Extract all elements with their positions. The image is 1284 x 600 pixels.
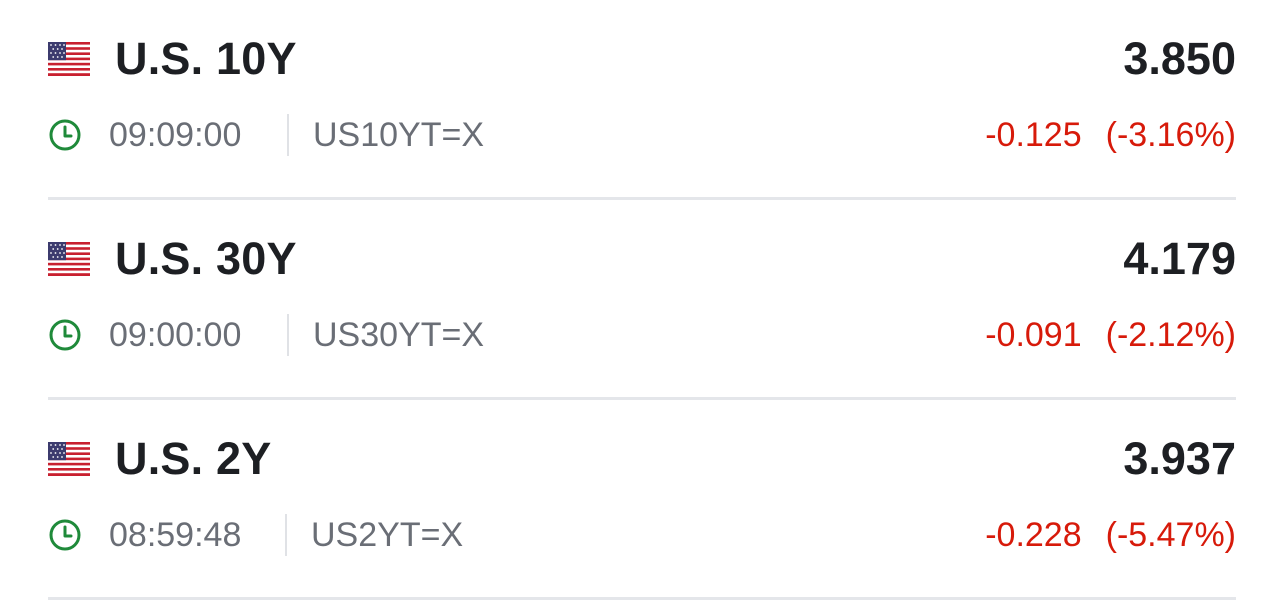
clock-icon — [49, 519, 81, 551]
quote-time: 09:09:00 — [109, 116, 242, 154]
ticker-symbol: US10YT=X — [313, 116, 485, 154]
quote-row-us30y[interactable]: U.S. 30Y 4.179 09:00:00 US30YT=X -0.091 (… — [48, 200, 1236, 400]
change-value: -0.125 — [985, 116, 1082, 154]
change-value: -0.228 — [985, 516, 1082, 554]
price-change: -0.091 (-2.12%) — [985, 314, 1236, 356]
quote-time: 08:59:48 — [109, 516, 242, 554]
instrument-price: 3.850 — [1123, 33, 1236, 84]
clock-icon — [49, 319, 81, 351]
vertical-divider — [285, 514, 287, 556]
quote-list: U.S. 10Y 3.850 09:09:00 US10YT=X -0.125 (… — [0, 0, 1284, 600]
change-value: -0.091 — [985, 316, 1082, 354]
us-flag-icon — [48, 42, 90, 76]
us-flag-icon — [48, 242, 90, 276]
change-percent: (-2.12%) — [1105, 316, 1236, 354]
change-percent: (-5.47%) — [1105, 516, 1236, 554]
clock-icon — [49, 119, 81, 151]
ticker-symbol: US30YT=X — [313, 316, 485, 354]
instrument-name: U.S. 2Y — [115, 433, 272, 484]
instrument-price: 4.179 — [1123, 233, 1236, 284]
us-flag-icon — [48, 442, 90, 476]
vertical-divider — [287, 114, 289, 156]
quote-time: 09:00:00 — [109, 316, 242, 354]
instrument-name: U.S. 10Y — [115, 33, 297, 84]
price-change: -0.125 (-3.16%) — [985, 114, 1236, 156]
ticker-symbol: US2YT=X — [311, 516, 464, 554]
instrument-name: U.S. 30Y — [115, 233, 297, 284]
instrument-price: 3.937 — [1123, 433, 1236, 484]
change-percent: (-3.16%) — [1105, 116, 1236, 154]
quote-row-us10y[interactable]: U.S. 10Y 3.850 09:09:00 US10YT=X -0.125 (… — [48, 0, 1236, 200]
price-change: -0.228 (-5.47%) — [985, 514, 1236, 556]
quote-row-us2y[interactable]: U.S. 2Y 3.937 08:59:48 US2YT=X -0.228 (-5… — [48, 400, 1236, 600]
vertical-divider — [287, 314, 289, 356]
